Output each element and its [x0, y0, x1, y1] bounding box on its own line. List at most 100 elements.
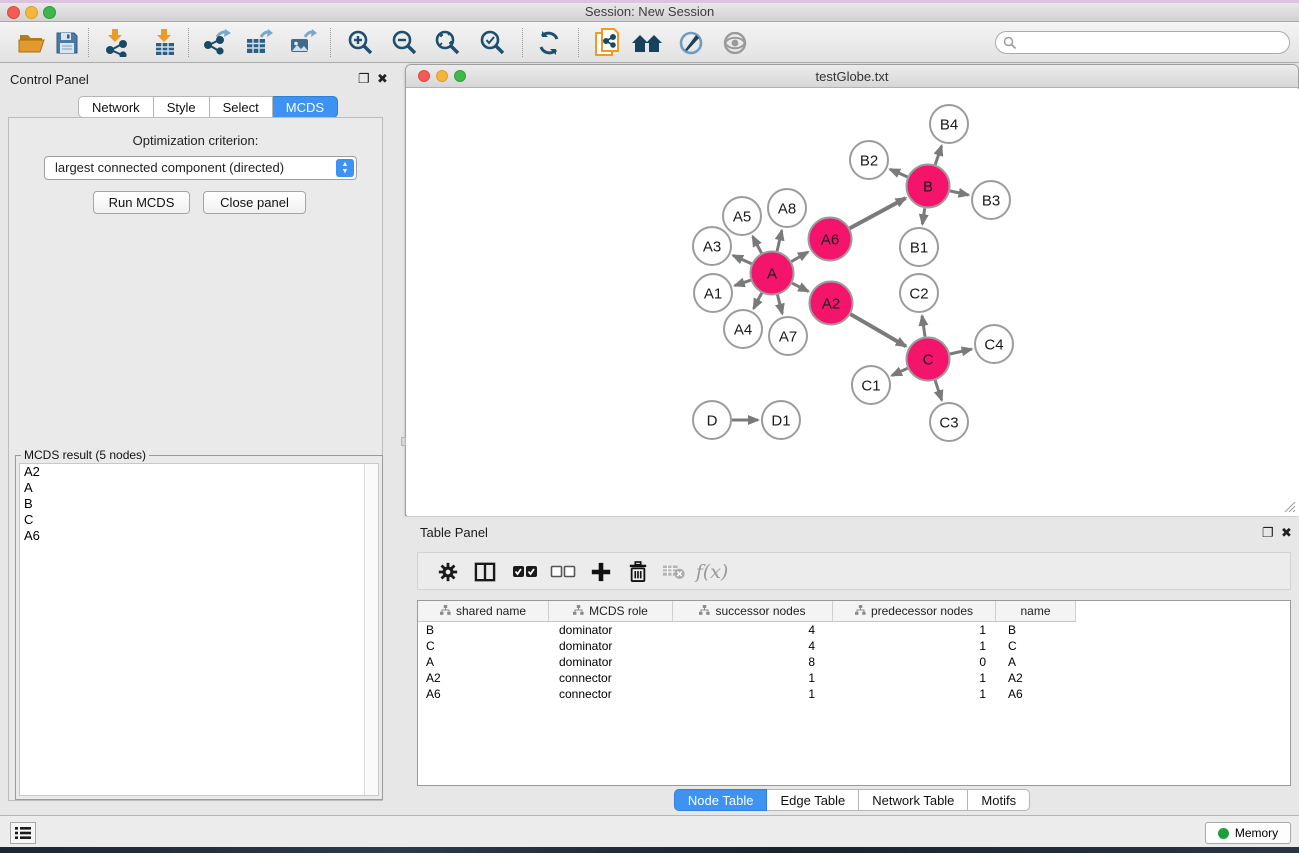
- delete-table-icon[interactable]: [658, 556, 690, 588]
- open-session-icon[interactable]: [15, 26, 49, 59]
- graph-node-C3[interactable]: C3: [930, 403, 968, 441]
- graph-edge-A-A8[interactable]: [777, 230, 782, 251]
- graph-node-A8[interactable]: A8: [768, 189, 806, 227]
- column-header-name[interactable]: name: [996, 601, 1076, 622]
- table-row[interactable]: A6connector11A6: [418, 686, 1076, 702]
- tab-motifs[interactable]: Motifs: [968, 789, 1030, 811]
- graph-node-B2[interactable]: B2: [850, 141, 888, 179]
- graph-edge-A-A6[interactable]: [791, 252, 808, 262]
- graph-edge-A-A3[interactable]: [733, 255, 752, 263]
- zoom-out-icon[interactable]: [388, 26, 422, 59]
- show-graphics-details-icon[interactable]: [718, 26, 752, 59]
- column-header-successor-nodes[interactable]: successor nodes: [673, 601, 833, 622]
- mcds-result-item[interactable]: A2: [20, 464, 378, 480]
- graph-edge-A-A2[interactable]: [792, 283, 808, 291]
- graph-node-A1[interactable]: A1: [694, 274, 732, 312]
- graph-node-A3[interactable]: A3: [693, 227, 731, 265]
- graph-edge-C-C1[interactable]: [892, 368, 908, 375]
- graph-edge-B-B4[interactable]: [935, 146, 941, 165]
- graph-edge-C-C2[interactable]: [922, 316, 925, 337]
- delete-column-icon[interactable]: [622, 556, 654, 588]
- float-table-panel-icon[interactable]: ❐: [1262, 525, 1274, 541]
- mcds-result-item[interactable]: A: [20, 480, 378, 496]
- graph-edge-B-B3[interactable]: [950, 191, 969, 195]
- export-network-icon[interactable]: [200, 26, 234, 59]
- graph-node-D1[interactable]: D1: [762, 401, 800, 439]
- graph-node-B4[interactable]: B4: [930, 105, 968, 143]
- graph-node-A2[interactable]: A2: [810, 282, 853, 325]
- scrollbar-track[interactable]: [364, 464, 378, 795]
- close-panel-button[interactable]: Close panel: [203, 191, 306, 214]
- graph-node-A5[interactable]: A5: [723, 197, 761, 235]
- tab-node-table[interactable]: Node Table: [674, 789, 768, 811]
- graph-edge-A-A7[interactable]: [778, 295, 783, 314]
- import-table-icon[interactable]: [148, 26, 182, 59]
- tab-network[interactable]: Network: [78, 96, 154, 118]
- resize-grip-icon[interactable]: [1283, 500, 1296, 513]
- splitpane-handle[interactable]: [401, 437, 406, 446]
- zoom-fit-icon[interactable]: [431, 26, 465, 59]
- graph-edge-A-A5[interactable]: [753, 236, 762, 253]
- graph-edge-C-C4[interactable]: [950, 349, 972, 354]
- graph-node-C[interactable]: C: [907, 338, 950, 381]
- graph-node-C1[interactable]: C1: [852, 366, 890, 404]
- column-header-MCDS-role[interactable]: MCDS role: [549, 601, 673, 622]
- graph-node-C2[interactable]: C2: [900, 274, 938, 312]
- save-session-icon[interactable]: [50, 26, 84, 59]
- close-panel-icon[interactable]: ✖: [377, 71, 388, 87]
- select-all-icon[interactable]: [509, 556, 541, 588]
- tab-mcds[interactable]: MCDS: [273, 96, 338, 118]
- table-row[interactable]: Cdominator41C: [418, 638, 1076, 654]
- graph-node-B1[interactable]: B1: [900, 228, 938, 266]
- graph-node-C4[interactable]: C4: [975, 325, 1013, 363]
- tab-edge-table[interactable]: Edge Table: [767, 789, 859, 811]
- float-panel-icon[interactable]: ❐: [358, 71, 370, 87]
- task-history-button[interactable]: [10, 822, 36, 844]
- network-canvas[interactable]: B4B2BB3A5A8A6A3B1AC2A1A2A4A7C4CC1C3DD1: [407, 89, 1299, 516]
- mcds-result-item[interactable]: C: [20, 512, 378, 528]
- graph-node-A6[interactable]: A6: [809, 218, 852, 261]
- table-row[interactable]: A2connector11A2: [418, 670, 1076, 686]
- hide-annotations-icon[interactable]: [674, 26, 708, 59]
- run-mcds-button[interactable]: Run MCDS: [93, 191, 190, 214]
- add-column-icon[interactable]: [585, 556, 617, 588]
- mcds-result-list[interactable]: A2ABCA6: [19, 463, 379, 796]
- column-header-predecessor-nodes[interactable]: predecessor nodes: [833, 601, 996, 622]
- search-input[interactable]: [1022, 33, 1282, 52]
- graph-edge-A-A1[interactable]: [735, 280, 751, 285]
- table-row[interactable]: Adominator80A: [418, 654, 1076, 670]
- function-builder-icon[interactable]: f(x): [696, 556, 728, 588]
- table-row[interactable]: Bdominator41B: [418, 622, 1076, 638]
- network-window-titlebar[interactable]: testGlobe.txt: [406, 65, 1298, 88]
- export-image-icon[interactable]: [286, 26, 320, 59]
- memory-button[interactable]: Memory: [1205, 822, 1291, 844]
- graph-edge-B-B2[interactable]: [890, 169, 907, 177]
- graph-edge-A2-C[interactable]: [851, 314, 906, 346]
- network-from-document-icon[interactable]: [590, 26, 624, 59]
- show-all-networks-icon[interactable]: [630, 26, 664, 59]
- tab-select[interactable]: Select: [210, 96, 273, 118]
- show-column-icon[interactable]: [469, 556, 501, 588]
- import-network-icon[interactable]: [100, 26, 134, 59]
- graph-node-A7[interactable]: A7: [769, 317, 807, 355]
- graph-edge-A-A4[interactable]: [754, 293, 762, 309]
- tab-style[interactable]: Style: [154, 96, 210, 118]
- zoom-selected-icon[interactable]: [476, 26, 510, 59]
- graph-node-B[interactable]: B: [907, 165, 950, 208]
- criterion-select[interactable]: largest connected component (directed) ▲…: [44, 156, 357, 180]
- mcds-result-item[interactable]: B: [20, 496, 378, 512]
- table-options-icon[interactable]: [432, 556, 464, 588]
- deselect-all-icon[interactable]: [547, 556, 579, 588]
- tab-network-table[interactable]: Network Table: [859, 789, 968, 811]
- column-header-shared-name[interactable]: shared name: [418, 601, 549, 622]
- close-table-panel-icon[interactable]: ✖: [1281, 525, 1292, 541]
- graph-edge-A6-B[interactable]: [850, 198, 906, 228]
- graph-edge-C-C3[interactable]: [935, 380, 942, 400]
- mcds-result-item[interactable]: A6: [20, 528, 378, 544]
- graph-node-D[interactable]: D: [693, 401, 731, 439]
- graph-node-A4[interactable]: A4: [724, 310, 762, 348]
- export-table-icon[interactable]: [242, 26, 276, 59]
- refresh-icon[interactable]: [532, 26, 566, 59]
- zoom-in-icon[interactable]: [344, 26, 378, 59]
- graph-edge-B-B1[interactable]: [922, 208, 924, 224]
